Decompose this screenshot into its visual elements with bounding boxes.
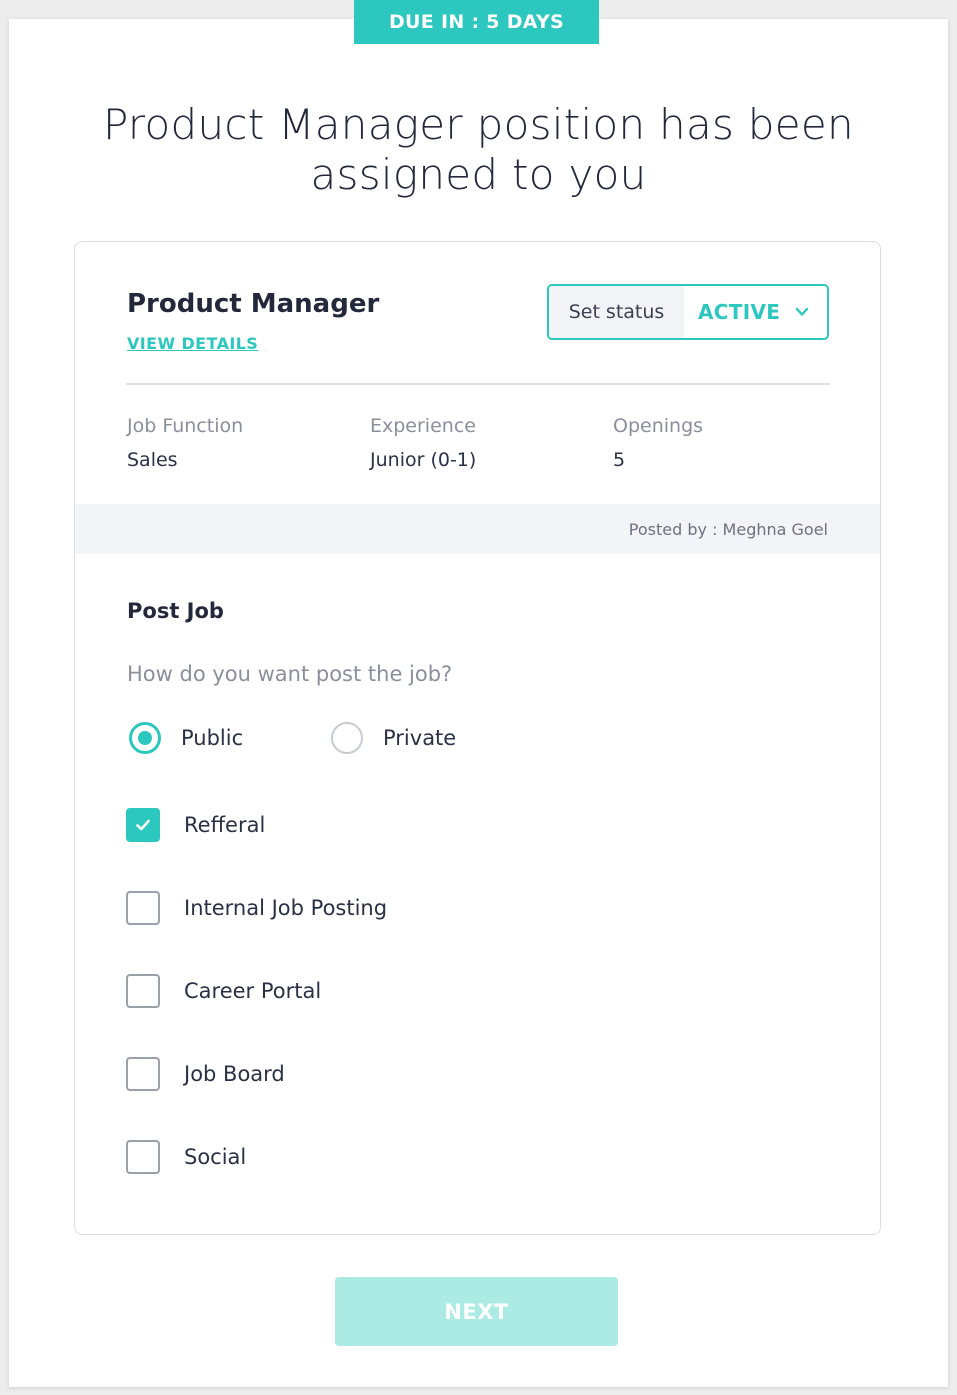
checkbox-label: Social <box>184 1145 247 1169</box>
page-title: Product Manager position has been assign… <box>103 100 854 199</box>
checkbox-label: Refferal <box>184 813 266 837</box>
radio-label: Private <box>383 726 457 750</box>
checkbox-job-board[interactable]: Job Board <box>126 1057 285 1091</box>
checkbox-label: Career Portal <box>184 979 322 1003</box>
posted-by-text: Posted by : Meghna Goel <box>628 519 828 539</box>
meta-value: Sales <box>127 449 178 471</box>
chevron-down-icon <box>795 307 809 316</box>
divider <box>126 383 830 385</box>
due-badge: DUE IN : 5 DAYS <box>354 0 599 44</box>
checkbox-career-portal[interactable]: Career Portal <box>126 974 321 1008</box>
checkbox-label: Job Board <box>184 1062 285 1086</box>
meta-label: Job Function <box>127 415 244 437</box>
posted-by-band: Posted by : Meghna Goel <box>75 504 880 554</box>
checkbox[interactable] <box>126 808 160 842</box>
status-value-text: ACTIVE <box>698 300 781 324</box>
meta-value: Junior (0-1) <box>370 449 477 471</box>
meta-openings: Openings 5 <box>613 415 703 471</box>
job-title: Product Manager <box>127 289 380 319</box>
checkmark-icon <box>136 819 150 831</box>
checkbox-social[interactable]: Social <box>126 1140 246 1174</box>
checkbox-internal-job-posting[interactable]: Internal Job Posting <box>126 891 387 925</box>
status-label: Set status <box>549 286 684 338</box>
checkbox[interactable] <box>126 974 160 1008</box>
meta-label: Experience <box>370 415 476 437</box>
radio-public[interactable]: Public <box>129 722 243 754</box>
checkbox[interactable] <box>126 1140 160 1174</box>
checkbox[interactable] <box>126 891 160 925</box>
radio-label: Public <box>181 726 244 750</box>
checkbox-refferal[interactable]: Refferal <box>126 808 265 842</box>
post-job-question: How do you want post the job? <box>127 662 453 686</box>
meta-experience: Experience Junior (0-1) <box>370 415 476 471</box>
status-value[interactable]: ACTIVE <box>684 286 827 338</box>
radio-button[interactable] <box>129 722 161 754</box>
checkbox-label: Internal Job Posting <box>184 896 388 920</box>
radio-private[interactable]: Private <box>331 722 456 754</box>
status-dropdown[interactable]: Set status ACTIVE <box>547 284 829 340</box>
radio-button[interactable] <box>331 722 363 754</box>
job-card: Product Manager VIEW DETAILS Set status … <box>74 241 881 1235</box>
meta-value: 5 <box>613 449 626 471</box>
next-button[interactable]: NEXT <box>335 1277 618 1346</box>
meta-job-function: Job Function Sales <box>127 415 243 471</box>
view-details-link[interactable]: VIEW DETAILS <box>127 334 258 353</box>
post-job-title: Post Job <box>127 599 224 623</box>
checkbox[interactable] <box>126 1057 160 1091</box>
meta-label: Openings <box>613 415 704 437</box>
